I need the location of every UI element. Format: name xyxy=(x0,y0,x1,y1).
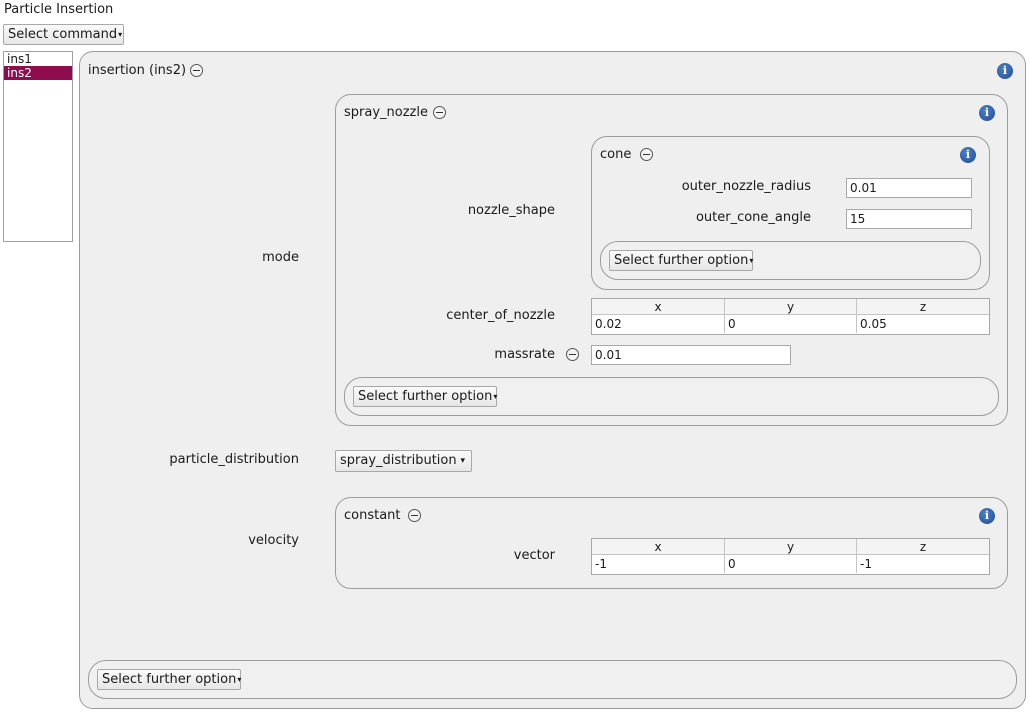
grid-header-z: z xyxy=(857,539,989,555)
constant-info-icon[interactable]: i xyxy=(979,508,995,524)
collapse-cone-icon[interactable] xyxy=(640,148,653,161)
particle-distribution-value: spray_distribution xyxy=(340,453,457,468)
grid-cell-z[interactable]: -1 xyxy=(857,555,989,573)
vector-label: vector xyxy=(513,548,555,563)
remove-massrate-icon[interactable] xyxy=(566,348,579,361)
spray-nozzle-further-option-button[interactable]: Select further option▾ xyxy=(353,386,497,407)
cone-title: cone xyxy=(600,147,632,162)
vector-grid: x y z -1 0 -1 xyxy=(591,538,990,575)
grid-header-y: y xyxy=(725,299,857,315)
massrate-label: massrate xyxy=(494,347,555,362)
select-command-label: Select command xyxy=(8,27,118,42)
collapse-spray-nozzle-icon[interactable] xyxy=(433,106,446,119)
outer-cone-angle-label: outer_cone_angle xyxy=(695,210,811,225)
grid-header-y: y xyxy=(725,539,857,555)
collapse-constant-icon[interactable] xyxy=(408,509,421,522)
insertion-info-icon[interactable]: i xyxy=(997,63,1013,79)
outer-nozzle-radius-label: outer_nozzle_radius xyxy=(681,179,811,194)
dropdown-arrow-icon: ▾ xyxy=(118,30,123,39)
dropdown-arrow-icon: ▾ xyxy=(493,392,498,401)
particle-distribution-label: particle_distribution xyxy=(169,452,299,467)
center-of-nozzle-grid: x y z 0.02 0 0.05 xyxy=(591,298,990,335)
massrate-input[interactable]: 0.01 xyxy=(591,345,791,365)
list-item-ins1[interactable]: ins1 xyxy=(4,52,72,66)
grid-header-x: x xyxy=(592,299,725,315)
list-item-ins2[interactable]: ins2 xyxy=(4,66,72,80)
nozzle-shape-label: nozzle_shape xyxy=(467,203,555,218)
center-of-nozzle-label: center_of_nozzle xyxy=(446,308,555,323)
outer-cone-angle-input[interactable]: 15 xyxy=(846,209,972,229)
cone-further-option-label: Select further option xyxy=(614,253,749,268)
page-title: Particle Insertion xyxy=(4,2,114,17)
grid-header-x: x xyxy=(592,539,725,555)
grid-cell-y[interactable]: 0 xyxy=(725,555,857,573)
spray-nozzle-info-icon[interactable]: i xyxy=(979,105,995,121)
grid-cell-z[interactable]: 0.05 xyxy=(857,315,989,333)
spray-nozzle-further-option-label: Select further option xyxy=(358,389,493,404)
select-command-button[interactable]: Select command▾ xyxy=(3,24,124,45)
grid-cell-y[interactable]: 0 xyxy=(725,315,857,333)
spray-nozzle-title: spray_nozzle xyxy=(344,105,428,120)
insertion-title: insertion (ins2) xyxy=(88,63,187,78)
mode-label: mode xyxy=(262,250,299,265)
dropdown-arrow-icon: ▾ xyxy=(749,256,754,265)
insertion-list[interactable]: ins1 ins2 xyxy=(3,51,73,242)
constant-title: constant xyxy=(344,508,401,523)
dropdown-arrow-icon: ▾ xyxy=(237,675,242,684)
insertion-further-option-button[interactable]: Select further option▾ xyxy=(97,669,241,690)
grid-header-z: z xyxy=(857,299,989,315)
insertion-further-option-label: Select further option xyxy=(102,672,237,687)
velocity-label: velocity xyxy=(248,533,299,548)
cone-info-icon[interactable]: i xyxy=(960,147,976,163)
cone-further-option-button[interactable]: Select further option▾ xyxy=(609,250,753,271)
chevron-down-icon: ▾ xyxy=(460,456,465,466)
grid-cell-x[interactable]: 0.02 xyxy=(592,315,725,333)
grid-cell-x[interactable]: -1 xyxy=(592,555,725,573)
outer-nozzle-radius-input[interactable]: 0.01 xyxy=(846,178,972,198)
particle-distribution-select[interactable]: spray_distribution ▾ xyxy=(335,450,472,472)
collapse-insertion-icon[interactable] xyxy=(190,64,203,77)
